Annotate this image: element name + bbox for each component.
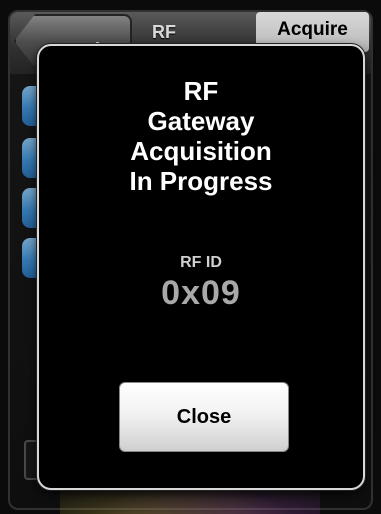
app-screen: Back RF Acquire RF Gateway Acquisition I… <box>0 0 381 514</box>
dialog-title-line: RF <box>183 76 219 106</box>
acquisition-dialog: RF Gateway Acquisition In Progress RF ID… <box>37 44 365 490</box>
dialog-title-line: Gateway <box>147 106 255 136</box>
rf-id-value: 0x09 <box>161 274 241 312</box>
dialog-title-line: Acquisition <box>130 136 272 166</box>
close-button[interactable]: Close <box>119 382 289 452</box>
dialog-title-line: In Progress <box>129 166 273 196</box>
dialog-title: RF Gateway Acquisition In Progress <box>39 76 363 196</box>
rf-id-label: RF ID <box>180 254 222 271</box>
